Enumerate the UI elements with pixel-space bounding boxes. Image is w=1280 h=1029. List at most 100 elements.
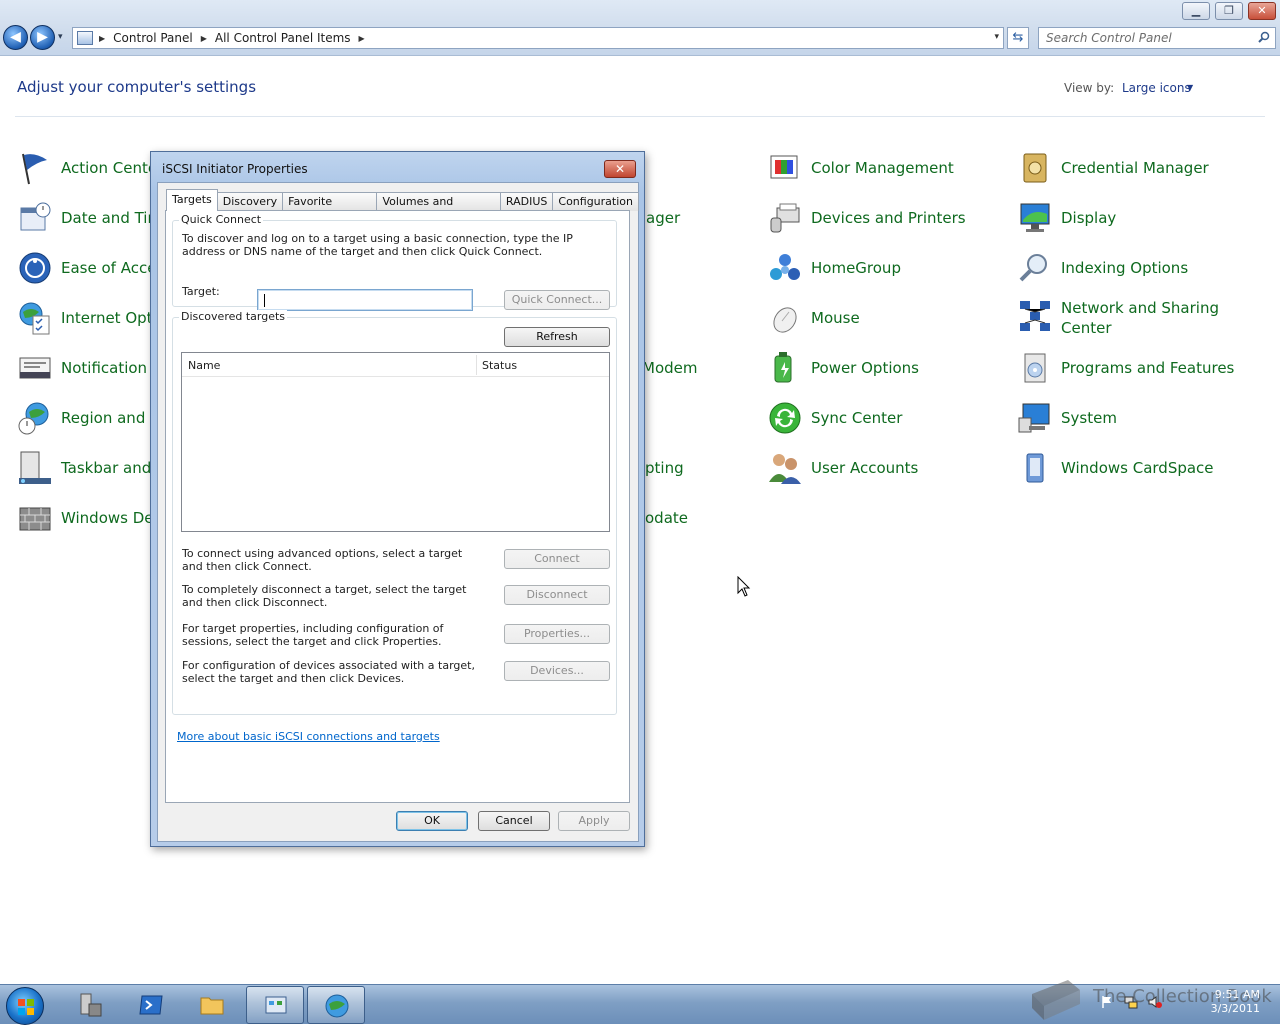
cp-item-ease-of-access[interactable]: Ease of Acces bbox=[17, 248, 164, 288]
back-button[interactable]: ◀ bbox=[3, 25, 28, 50]
column-header-status[interactable]: Status bbox=[482, 359, 517, 372]
vault-icon bbox=[1023, 153, 1047, 183]
targets-list[interactable]: Name Status bbox=[181, 352, 610, 532]
cp-item-indexing-options[interactable]: Indexing Options bbox=[1017, 248, 1188, 288]
cp-item-power-options[interactable]: Power Options bbox=[767, 348, 919, 388]
sync-icon bbox=[769, 402, 801, 434]
quick-connect-button[interactable]: Quick Connect... bbox=[504, 290, 610, 310]
tab-discovery[interactable]: Discovery bbox=[216, 192, 284, 211]
action-center-flag-icon[interactable] bbox=[1100, 995, 1114, 1009]
cp-item-homegroup[interactable]: HomeGroup bbox=[767, 248, 901, 288]
cp-item-sync-center[interactable]: Sync Center bbox=[767, 398, 902, 438]
globe-icon bbox=[325, 994, 349, 1018]
targets-panel: Quick Connect To discover and log on to … bbox=[165, 210, 630, 803]
dialog-close-button[interactable]: ✕ bbox=[604, 160, 636, 178]
cp-item-network-and-sharing-center[interactable]: Network and Sharing Center bbox=[1017, 298, 1231, 340]
start-button[interactable] bbox=[6, 987, 44, 1025]
tab-strip: Targets Discovery Favorite Targets Volum… bbox=[166, 189, 639, 226]
taskbar-control-panel[interactable] bbox=[246, 986, 304, 1024]
cp-item-region-and-language[interactable]: Region and L bbox=[17, 398, 158, 438]
address-bar[interactable]: ▶ Control Panel ▶ All Control Panel Item… bbox=[72, 27, 1004, 49]
cp-item-partial-label[interactable]: Modem bbox=[642, 358, 697, 378]
cp-item-windows-cardspace[interactable]: Windows CardSpace bbox=[1017, 448, 1214, 488]
cp-item-user-accounts[interactable]: User Accounts bbox=[767, 448, 918, 488]
close-window-button[interactable]: ✕ bbox=[1248, 2, 1276, 20]
control-panel-icon bbox=[265, 996, 287, 1014]
cp-item-partial-label[interactable]: odate bbox=[645, 508, 688, 528]
explorer-toolbar: ▁ ❐ ✕ ◀ ▶ ▾ ▶ Control Panel ▶ All Contro… bbox=[0, 0, 1280, 56]
maximize-button[interactable]: ❐ bbox=[1215, 2, 1243, 20]
cp-item-action-center[interactable]: Action Cente bbox=[17, 148, 157, 188]
magnifier-icon bbox=[1019, 254, 1047, 282]
cp-item-programs-and-features[interactable]: Programs and Features bbox=[1017, 348, 1234, 388]
ok-button[interactable]: OK bbox=[396, 811, 468, 831]
tab-volumes-and-devices[interactable]: Volumes and Devices bbox=[376, 192, 501, 226]
breadcrumb-separator[interactable]: ▶ bbox=[99, 34, 105, 43]
tab-configuration[interactable]: Configuration bbox=[552, 192, 639, 211]
cp-item-label: Date and Tim bbox=[61, 209, 163, 227]
target-input[interactable] bbox=[257, 289, 473, 311]
cp-item-label: System bbox=[1061, 409, 1117, 427]
cp-item-notification-area[interactable]: Notification A bbox=[17, 348, 162, 388]
devices-button[interactable]: Devices... bbox=[504, 661, 610, 681]
column-separator[interactable] bbox=[476, 355, 477, 375]
cp-item-devices-and-printers[interactable]: Devices and Printers bbox=[767, 198, 966, 238]
cp-item-partial-label[interactable]: pting bbox=[645, 458, 684, 478]
cp-item-internet-options[interactable]: Internet Opti bbox=[17, 298, 157, 338]
cp-item-mouse[interactable]: Mouse bbox=[767, 298, 860, 338]
address-dropdown-icon[interactable]: ▾ bbox=[994, 32, 999, 42]
tab-targets[interactable]: Targets bbox=[166, 189, 218, 211]
computer-icon bbox=[1018, 403, 1050, 433]
homegroup-icon bbox=[770, 254, 800, 280]
dialog-body: Targets Discovery Favorite Targets Volum… bbox=[157, 182, 639, 842]
view-by-dropdown[interactable]: Large icons bbox=[1122, 81, 1191, 95]
cp-item-label: Devices and Printers bbox=[811, 209, 966, 227]
properties-button[interactable]: Properties... bbox=[504, 624, 610, 644]
taskbar-powershell[interactable] bbox=[122, 986, 180, 1024]
search-input[interactable]: Search Control Panel bbox=[1038, 27, 1276, 49]
breadcrumb-all-items[interactable]: All Control Panel Items bbox=[215, 31, 351, 45]
volume-muted-icon[interactable] bbox=[1148, 995, 1162, 1009]
cp-item-taskbar-and-start-menu[interactable]: Taskbar and bbox=[17, 448, 151, 488]
text-caret bbox=[264, 294, 265, 307]
disconnect-button[interactable]: Disconnect bbox=[504, 585, 610, 605]
cp-item-display[interactable]: Display bbox=[1017, 198, 1116, 238]
search-icon[interactable] bbox=[1258, 31, 1270, 43]
forward-button[interactable]: ▶ bbox=[30, 25, 55, 50]
column-header-name[interactable]: Name bbox=[188, 359, 220, 372]
cancel-button[interactable]: Cancel bbox=[478, 811, 550, 831]
cp-item-partial-label[interactable]: ager bbox=[646, 208, 680, 228]
apply-button[interactable]: Apply bbox=[558, 811, 630, 831]
recent-pages-dropdown[interactable]: ▾ bbox=[58, 32, 63, 42]
network-tray-icon[interactable] bbox=[1124, 995, 1138, 1009]
taskbar-server-manager[interactable] bbox=[61, 986, 119, 1024]
discovered-targets-group: Discovered targets Refresh Name Status T… bbox=[172, 310, 617, 715]
cp-item-windows-defender[interactable]: Windows De bbox=[17, 498, 154, 538]
cp-item-label: User Accounts bbox=[811, 459, 919, 477]
tray-clock[interactable]: 9:51 AM 3/3/2011 bbox=[1200, 988, 1260, 1016]
breadcrumb-separator[interactable]: ▶ bbox=[359, 34, 365, 43]
cp-item-date-and-time[interactable]: Date and Tim bbox=[17, 198, 162, 238]
cp-item-color-management[interactable]: Color Management bbox=[767, 148, 954, 188]
chevron-down-icon[interactable]: ▼ bbox=[1187, 83, 1193, 92]
taskbar-explorer[interactable] bbox=[183, 986, 241, 1024]
cp-item-label: Mouse bbox=[811, 309, 860, 327]
connect-button[interactable]: Connect bbox=[504, 549, 610, 569]
breadcrumb-control-panel[interactable]: Control Panel bbox=[113, 31, 193, 45]
breadcrumb-separator[interactable]: ▶ bbox=[201, 34, 207, 43]
users-icon bbox=[769, 454, 801, 484]
connect-instructions: To connect using advanced options, selec… bbox=[182, 547, 463, 573]
minimize-button[interactable]: ▁ bbox=[1182, 2, 1210, 20]
tab-favorite-targets[interactable]: Favorite Targets bbox=[282, 192, 378, 226]
cp-item-credential-manager[interactable]: Credential Manager bbox=[1017, 148, 1209, 188]
cp-item-system[interactable]: System bbox=[1017, 398, 1117, 438]
refresh-button[interactable]: Refresh bbox=[504, 327, 610, 347]
flag-icon bbox=[22, 153, 47, 185]
refresh-address-button[interactable]: ⇆ bbox=[1007, 27, 1029, 49]
cp-item-label: Notification A bbox=[61, 359, 163, 377]
taskbar-iscsi-initiator[interactable] bbox=[307, 986, 365, 1024]
tab-radius[interactable]: RADIUS bbox=[499, 192, 554, 211]
taskbar-icon bbox=[19, 451, 51, 484]
help-link[interactable]: More about basic iSCSI connections and t… bbox=[177, 730, 440, 743]
cp-item-label: Display bbox=[1061, 209, 1117, 227]
